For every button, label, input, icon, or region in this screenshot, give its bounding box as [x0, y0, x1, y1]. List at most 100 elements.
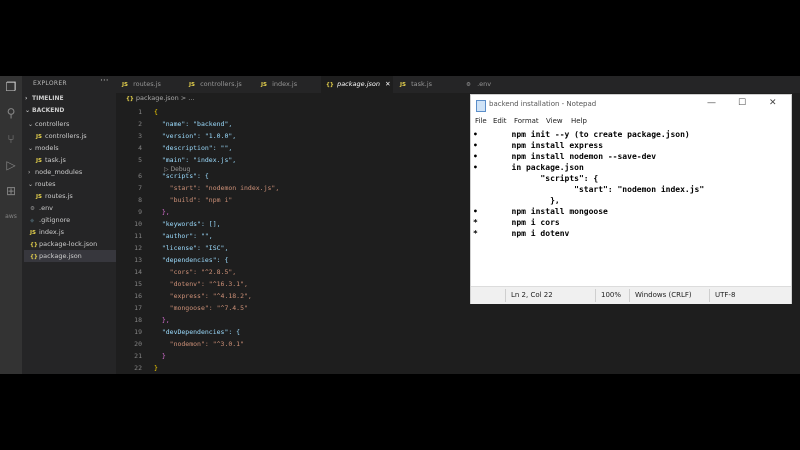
more-actions-icon[interactable]: ··· [100, 76, 109, 86]
debug-codelens[interactable]: ▷ Debug [164, 165, 190, 175]
code-line: 22} [134, 364, 158, 372]
run-debug-icon[interactable]: ▷ [4, 158, 18, 172]
code-line: 14 "cors": "^2.8.5", [134, 268, 237, 276]
tree-folder-node-modules[interactable]: › node_modules [28, 166, 116, 178]
tab-controllers-js[interactable]: JS controllers.js [189, 76, 242, 93]
code-line: 15 "dotenv": "^16.3.1", [134, 280, 248, 288]
notepad-line: * npm i cors [473, 218, 560, 227]
code-line: 13 "dependencies": { [134, 256, 229, 264]
code-line: 10 "keywords": [], [134, 220, 221, 228]
explorer-title: EXPLORER [33, 80, 67, 87]
close-tab-icon[interactable]: ✕ [385, 80, 390, 88]
tree-file-task-js[interactable]: JS task.js [36, 154, 116, 166]
json-file-icon: {} [126, 96, 134, 102]
code-line: 17 "mongoose": "^7.4.5" [134, 304, 248, 312]
minimize-icon[interactable]: — [707, 98, 716, 108]
search-icon[interactable]: ⚲ [4, 106, 18, 120]
code-line: 9 }, [138, 208, 170, 216]
tree-folder-controllers[interactable]: ⌄ controllers [28, 118, 116, 130]
notepad-line: "start": "nodemon index.js" [473, 185, 705, 194]
notepad-line: • in package.json [473, 163, 584, 172]
js-file-icon: JS [122, 82, 129, 88]
tree-file-package-lock-json[interactable]: {}package-lock.json [30, 238, 116, 250]
screen-frame: ❐ ⚲ ⑂ ▷ ⊞ aws EXPLORER ··· › TIMELINE ⌄ BA… [0, 76, 800, 374]
notepad-statusbar: Ln 2, Col 22 100% Windows (CRLF) UTF-8 [471, 286, 791, 304]
notepad-text-area[interactable]: • npm init --y (to create package.json) … [473, 129, 787, 283]
notepad-app-icon [476, 100, 486, 112]
tree-file-package-json[interactable]: {}package.json [24, 250, 116, 262]
notepad-title: backend installation - Notepad [489, 100, 597, 108]
notepad-titlebar[interactable]: backend installation - Notepad — ☐ ✕ [471, 95, 791, 117]
chevron-down-icon: ⌄ [28, 121, 34, 128]
code-line: 7 "start": "nodemon index.js", [138, 184, 280, 192]
tree-file-gitignore[interactable]: ◆ .gitignore [30, 214, 116, 226]
code-line: 6 "scripts": { [138, 172, 209, 180]
notepad-line: }, [473, 196, 560, 205]
json-file-icon: {} [30, 254, 38, 260]
code-line: 11 "author": "", [134, 232, 213, 240]
code-line: 19 "devDependencies": { [134, 328, 241, 336]
code-line: 21 } [134, 352, 166, 360]
status-divider [595, 289, 596, 302]
js-file-icon: JS [400, 82, 407, 88]
editor-tabs: JS routes.js JS controllers.js JS index.… [116, 76, 800, 93]
code-line: 16 "express": "^4.18.2", [134, 292, 252, 300]
notepad-window: backend installation - Notepad — ☐ ✕ Fil… [470, 94, 792, 304]
aws-icon[interactable]: aws [4, 210, 18, 224]
breadcrumb: {} package.json > ... [126, 94, 195, 102]
code-line: 1{ [138, 108, 158, 116]
code-line: 2 "name": "backend", [138, 120, 233, 128]
notepad-line: * npm i dotenv [473, 229, 570, 238]
menu-view[interactable]: View [546, 117, 563, 125]
status-divider [629, 289, 630, 302]
breadcrumb-file[interactable]: package.json [136, 94, 179, 102]
tree-file-controllers-js[interactable]: JS controllers.js [36, 130, 116, 142]
extensions-icon[interactable]: ⊞ [4, 184, 18, 198]
menu-format[interactable]: Format [514, 117, 539, 125]
code-line: 18 }, [134, 316, 170, 324]
explorer-sidebar: EXPLORER ··· › TIMELINE ⌄ BACKEND ⌄ control… [22, 76, 116, 374]
chevron-down-icon: ⌄ [28, 145, 34, 152]
tab-env[interactable]: ⚙ .env [466, 76, 491, 93]
tab-task-js[interactable]: JS task.js [400, 76, 432, 93]
notepad-line: • npm install express [473, 141, 604, 150]
menu-edit[interactable]: Edit [493, 117, 507, 125]
timeline-section[interactable]: › TIMELINE [25, 95, 64, 102]
chevron-right-icon: › [25, 95, 28, 102]
tab-package-json[interactable]: {} package.json ✕ [321, 76, 393, 93]
tab-routes-js[interactable]: JS routes.js [122, 76, 161, 93]
notepad-line: • npm install mongoose [473, 207, 608, 216]
project-root[interactable]: ⌄ BACKEND [25, 107, 64, 114]
status-position: Ln 2, Col 22 [511, 291, 553, 299]
maximize-icon[interactable]: ☐ [738, 98, 746, 108]
tab-index-js[interactable]: JS index.js [261, 76, 297, 93]
tree-file-env[interactable]: ⚙ .env [30, 202, 116, 214]
breadcrumb-rest[interactable]: > ... [181, 94, 195, 102]
notepad-line: • npm install nodemon --save-dev [473, 152, 657, 161]
menu-file[interactable]: File [475, 117, 487, 125]
code-line: 20 "nodemon": "^3.0.1" [134, 340, 245, 348]
status-divider [709, 289, 710, 302]
code-line: 4 "description": "", [138, 144, 233, 152]
activity-bar: ❐ ⚲ ⑂ ▷ ⊞ aws [0, 76, 22, 374]
js-file-icon: JS [189, 82, 196, 88]
notepad-line: • npm init --y (to create package.json) [473, 130, 690, 139]
tree-file-routes-js[interactable]: JS routes.js [36, 190, 116, 202]
status-zoom: 100% [601, 291, 622, 299]
tree-file-index-js[interactable]: JS index.js [30, 226, 116, 238]
notepad-menubar: File Edit Format View Help [471, 117, 791, 129]
chevron-down-icon: ⌄ [28, 181, 34, 188]
status-encoding: UTF-8 [715, 291, 736, 299]
close-icon[interactable]: ✕ [769, 98, 777, 108]
code-line: 3 "version": "1.0.0", [138, 132, 237, 140]
tree-folder-models[interactable]: ⌄ models [28, 142, 116, 154]
source-control-icon[interactable]: ⑂ [4, 132, 18, 146]
files-icon[interactable]: ❐ [4, 80, 18, 94]
status-divider [505, 289, 506, 302]
status-eol: Windows (CRLF) [635, 291, 692, 299]
tree-folder-routes[interactable]: ⌄ routes [28, 178, 116, 190]
menu-help[interactable]: Help [571, 117, 587, 125]
code-line: 8 "build": "npm i" [138, 196, 233, 204]
json-file-icon: {} [326, 82, 334, 88]
js-file-icon: JS [261, 82, 268, 88]
